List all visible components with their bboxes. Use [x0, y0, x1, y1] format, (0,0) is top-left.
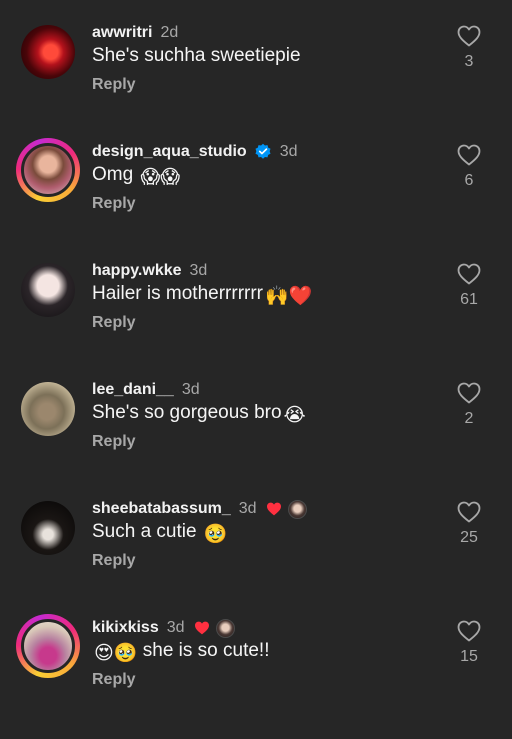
comment-meta: kikixkiss 3d [92, 617, 235, 639]
like-count: 2 [464, 410, 474, 427]
creator-liked-heart-icon [266, 502, 281, 516]
username[interactable]: lee_dani__ [92, 381, 174, 399]
avatar[interactable] [21, 501, 75, 555]
username[interactable]: happy.wkke [92, 262, 182, 280]
timestamp: 3d [189, 262, 208, 279]
reply-button[interactable]: Reply [92, 433, 136, 451]
like-button[interactable]: 6 [448, 144, 490, 198]
creator-avatar [215, 618, 235, 638]
emoji: 🥹 [203, 524, 228, 545]
comment-item: happy.wkke 3d Hailer is motherrrrrrr 🙌❤️ … [0, 260, 512, 382]
comment-meta: awwritri 2d [92, 22, 178, 44]
comment-text: Such a cutie 🥹 [92, 521, 228, 546]
username[interactable]: sheebatabassum_ [92, 500, 231, 518]
avatar-photo [21, 263, 75, 317]
verified-badge-icon [255, 143, 271, 159]
username[interactable]: design_aqua_studio [92, 143, 247, 161]
like-count: 25 [460, 529, 478, 546]
like-count: 15 [460, 648, 478, 665]
comment-item: sheebatabassum_ 3d Such a cutie 🥹 Reply … [0, 498, 512, 620]
emoji: 😭 [283, 405, 306, 426]
heart-outline-icon [457, 263, 481, 285]
comment-meta: happy.wkke 3d [92, 260, 207, 282]
reply-button[interactable]: Reply [92, 195, 136, 213]
like-button[interactable]: 15 [448, 620, 490, 674]
like-count: 6 [464, 172, 474, 189]
avatar[interactable] [21, 382, 75, 436]
reply-button[interactable]: Reply [92, 671, 136, 689]
comment-item: design_aqua_studio 3d Omg 😱😱 Reply 6 [0, 138, 512, 263]
like-button[interactable]: 61 [448, 263, 490, 317]
avatar[interactable] [21, 263, 75, 317]
creator-avatar [287, 499, 307, 519]
avatar[interactable] [16, 138, 80, 202]
comment-body: Omg [92, 164, 134, 185]
like-count: 61 [460, 291, 478, 308]
avatar[interactable] [21, 25, 75, 79]
comment-text: She's suchha sweetiepie [92, 45, 301, 67]
avatar-photo [21, 501, 75, 555]
comment-item: lee_dani__ 3d She's so gorgeous bro 😭 Rep… [0, 379, 512, 501]
comment-text: Omg 😱😱 [92, 164, 180, 189]
heart-outline-icon [457, 501, 481, 523]
comment-body: She's so gorgeous bro [92, 402, 282, 423]
creator-liked-heart-icon [194, 621, 209, 635]
like-button[interactable]: 3 [448, 25, 490, 79]
avatar-photo [21, 25, 75, 79]
heart-outline-icon [457, 25, 481, 47]
comment-meta: sheebatabassum_ 3d [92, 498, 307, 520]
emoji: 😱😱 [140, 167, 181, 188]
timestamp: 3d [166, 619, 185, 636]
heart-outline-icon [457, 382, 481, 404]
avatar-photo [21, 382, 75, 436]
timestamp: 2d [160, 24, 179, 41]
comment-meta: design_aqua_studio 3d [92, 141, 298, 163]
reply-button[interactable]: Reply [92, 76, 136, 94]
like-button[interactable]: 25 [448, 501, 490, 555]
comment-text: 😍🥹 she is so cute!! [92, 640, 269, 665]
comment-meta: lee_dani__ 3d [92, 379, 200, 401]
comment-body: Such a cutie [92, 521, 197, 542]
username[interactable]: awwritri [92, 24, 152, 42]
avatar[interactable] [16, 614, 80, 678]
comment-body: she is so cute!! [142, 640, 270, 661]
timestamp: 3d [238, 500, 257, 517]
comment-text: She's so gorgeous bro 😭 [92, 402, 306, 427]
timestamp: 3d [279, 143, 298, 160]
avatar-photo [21, 143, 75, 197]
comment-item: kikixkiss 3d 😍🥹 she is so cute!! Reply 1… [0, 614, 512, 739]
heart-outline-icon [457, 144, 481, 166]
heart-outline-icon [457, 620, 481, 642]
comment-body: Hailer is motherrrrrrr [92, 283, 263, 304]
like-count: 3 [464, 53, 474, 70]
reply-button[interactable]: Reply [92, 314, 136, 332]
username[interactable]: kikixkiss [92, 619, 159, 637]
reply-button[interactable]: Reply [92, 552, 136, 570]
avatar-photo [21, 619, 75, 673]
comment-item: awwritri 2d She's suchha sweetiepie Repl… [0, 22, 512, 144]
like-button[interactable]: 2 [448, 382, 490, 436]
emoji: 😍🥹 [94, 643, 138, 664]
timestamp: 3d [181, 381, 200, 398]
comment-body: She's suchha sweetiepie [92, 45, 301, 66]
comment-text: Hailer is motherrrrrrr 🙌❤️ [92, 283, 312, 308]
emoji: 🙌❤️ [265, 286, 313, 307]
